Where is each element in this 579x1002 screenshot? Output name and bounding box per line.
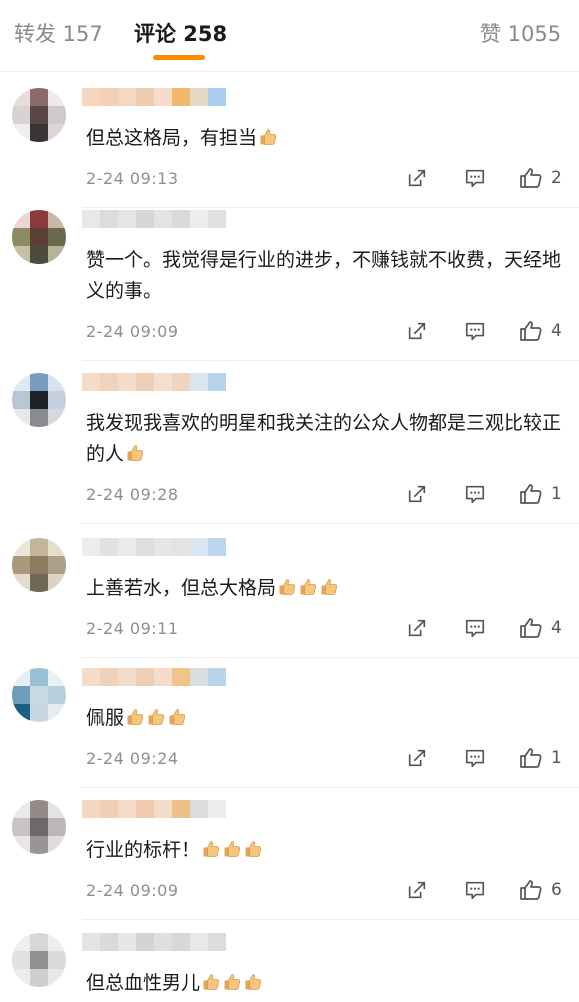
comment-timestamp: 2-24 09:11: [86, 619, 179, 638]
username[interactable]: [82, 88, 226, 106]
comment-icon[interactable]: [464, 747, 486, 769]
comment-icon[interactable]: [464, 483, 486, 505]
comment-text: 但总这格局，有担当: [86, 123, 566, 154]
username[interactable]: [82, 933, 226, 951]
tab-comments[interactable]: 评论 258: [134, 18, 227, 48]
thumbs-up-icon[interactable]: [519, 319, 543, 343]
comment-text-content: 佩服: [86, 707, 125, 729]
comment-timestamp: 2-24 09:13: [86, 169, 179, 188]
share-icon[interactable]: [406, 879, 428, 901]
share-icon[interactable]: [406, 747, 428, 769]
like-count: 1: [551, 748, 562, 768]
share-icon[interactable]: [406, 320, 428, 342]
avatar[interactable]: [12, 538, 66, 592]
active-tab-indicator: [153, 55, 205, 60]
thumbs-up-icon[interactable]: [519, 482, 543, 506]
thumbs-up-emoji-icon: [277, 576, 297, 596]
username[interactable]: [82, 373, 226, 391]
avatar[interactable]: [12, 210, 66, 264]
tab-likes[interactable]: 赞 1055: [480, 18, 561, 48]
like-count: 2: [551, 168, 562, 188]
comment-divider: [82, 787, 579, 788]
comment-text-content: 但总这格局，有担当: [86, 127, 258, 149]
share-icon[interactable]: [406, 617, 428, 639]
thumbs-up-emoji-icon: [125, 706, 145, 726]
thumbs-up-emoji-icon: [222, 971, 242, 991]
tabs-divider: [0, 71, 579, 72]
comment-icon[interactable]: [464, 320, 486, 342]
comment-timestamp: 2-24 09:24: [86, 749, 179, 768]
comment-icon[interactable]: [464, 617, 486, 639]
comment-icon[interactable]: [464, 167, 486, 189]
comment-text-content: 我发现我喜欢的明星和我关注的公众人物都是三观比较正的人: [86, 412, 562, 465]
comment-text: 上善若水，但总大格局: [86, 573, 566, 604]
thumbs-up-emoji-icon: [222, 838, 242, 858]
comment-text-content: 赞一个。我觉得是行业的进步，不赚钱就不收费，天经地义的事。: [86, 249, 562, 302]
thumbs-up-emoji-icon: [167, 706, 187, 726]
tab-reposts[interactable]: 转发 157: [14, 18, 103, 48]
comment-text: 但总血性男儿: [86, 968, 566, 999]
thumbs-up-emoji-icon: [201, 838, 221, 858]
comment-text: 佩服: [86, 703, 566, 734]
comment-timestamp: 2-24 09:28: [86, 485, 179, 504]
comment-divider: [82, 360, 579, 361]
share-icon[interactable]: [406, 167, 428, 189]
thumbs-up-emoji-icon: [319, 576, 339, 596]
avatar[interactable]: [12, 668, 66, 722]
like-count: 6: [551, 880, 562, 900]
username[interactable]: [82, 538, 226, 556]
comment-divider: [82, 657, 579, 658]
comment-icon[interactable]: [464, 879, 486, 901]
comment-text-content: 行业的标杆！: [86, 839, 201, 861]
thumbs-up-emoji-icon: [201, 971, 221, 991]
thumbs-up-emoji-icon: [258, 126, 278, 146]
comment-text: 我发现我喜欢的明星和我关注的公众人物都是三观比较正的人: [86, 408, 566, 470]
avatar[interactable]: [12, 88, 66, 142]
thumbs-up-emoji-icon: [243, 838, 263, 858]
comment-divider: [82, 207, 579, 208]
avatar[interactable]: [12, 933, 66, 987]
avatar[interactable]: [12, 800, 66, 854]
like-count: 4: [551, 618, 562, 638]
thumbs-up-icon[interactable]: [519, 166, 543, 190]
thumbs-up-icon[interactable]: [519, 616, 543, 640]
comment-divider: [82, 523, 579, 524]
share-icon[interactable]: [406, 483, 428, 505]
thumbs-up-emoji-icon: [298, 576, 318, 596]
like-count: 4: [551, 321, 562, 341]
comment-text-content: 但总血性男儿: [86, 972, 201, 994]
avatar[interactable]: [12, 373, 66, 427]
thumbs-up-emoji-icon: [146, 706, 166, 726]
username[interactable]: [82, 210, 226, 228]
comment-text-content: 上善若水，但总大格局: [86, 577, 277, 599]
thumbs-up-icon[interactable]: [519, 746, 543, 770]
comment-divider: [82, 919, 579, 920]
like-count: 1: [551, 484, 562, 504]
comment-text: 赞一个。我觉得是行业的进步，不赚钱就不收费，天经地义的事。: [86, 245, 566, 307]
thumbs-up-emoji-icon: [125, 442, 145, 462]
thumbs-up-icon[interactable]: [519, 878, 543, 902]
comment-timestamp: 2-24 09:09: [86, 322, 179, 341]
username[interactable]: [82, 668, 226, 686]
tab-bar: 转发 157 评论 258 赞 1055: [0, 0, 579, 62]
username[interactable]: [82, 800, 226, 818]
comment-timestamp: 2-24 09:09: [86, 881, 179, 900]
thumbs-up-emoji-icon: [243, 971, 263, 991]
comment-text: 行业的标杆！: [86, 835, 566, 866]
